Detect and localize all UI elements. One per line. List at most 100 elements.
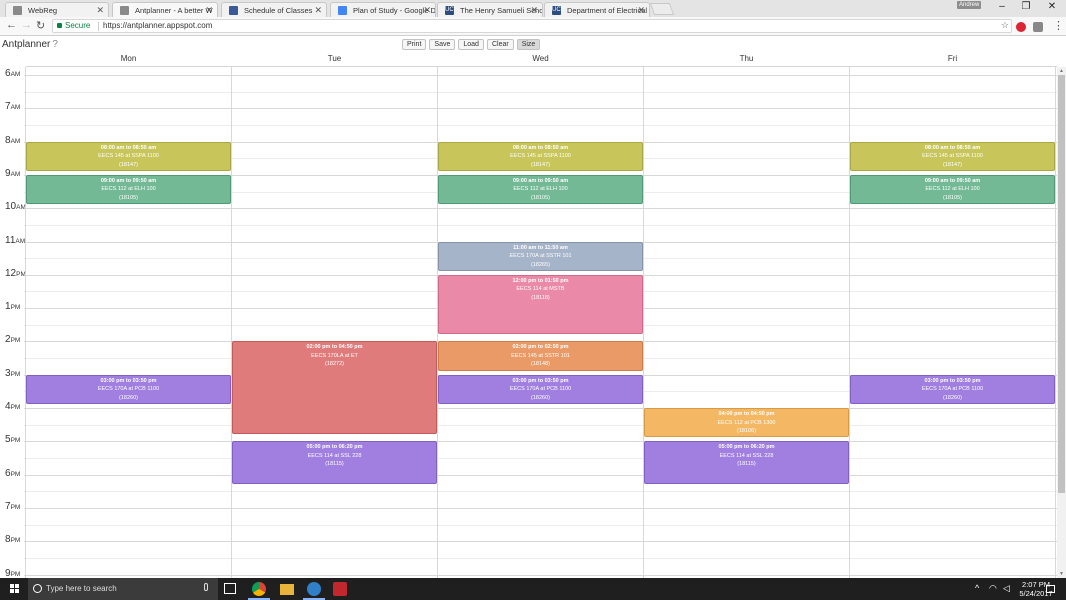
course-event[interactable]: 12:00 pm to 01:50 pm EECS 114 at MSTB (181… (438, 274, 643, 335)
day-header-tue: Tue (327, 54, 342, 63)
new-tab-button[interactable] (649, 3, 675, 15)
hour-meridiem: PM (10, 370, 21, 378)
lock-icon (57, 23, 62, 28)
app-title: Antplanner? (2, 39, 58, 50)
hour-label: 12PM (5, 268, 26, 279)
extension-adblock-icon[interactable] (1016, 22, 1026, 32)
forward-icon[interactable]: → (21, 19, 32, 31)
url-text[interactable]: https://antplanner.appspot.com (103, 21, 212, 30)
bookmark-star-icon[interactable]: ☆ (1001, 20, 1009, 31)
hour-label: 9AM (5, 168, 20, 179)
scroll-up-icon[interactable]: ▲ (1058, 68, 1065, 74)
event-course: EECS 170LA at ET (311, 352, 358, 359)
course-event[interactable]: 08:00 am to 08:50 am EECS 145 at SSPA 110… (438, 141, 643, 171)
tab-close-icon[interactable]: ✕ (314, 5, 322, 16)
tab-close-icon[interactable]: ✕ (423, 5, 431, 16)
event-time: 11:00 am to 11:50 am (513, 244, 568, 251)
browser-tab[interactable]: Plan of Study - Google D ✕ (330, 2, 436, 17)
microphone-icon[interactable] (204, 583, 208, 591)
search-placeholder: Type here to search (46, 584, 117, 593)
hour-label: 7AM (5, 101, 20, 112)
event-time: 08:00 am to 08:50 am (924, 144, 981, 151)
event-course: EECS 112 at ELH 100 (513, 186, 568, 193)
browser-tab[interactable]: UCI The Henry Samueli Scho ✕ (437, 2, 543, 17)
chrome-taskbar-icon[interactable] (252, 582, 266, 596)
day-header-wed: Wed (532, 54, 549, 63)
half-hour-gridline (24, 457, 1057, 459)
browser-tab[interactable]: WebReg ✕ (5, 2, 109, 17)
course-event[interactable]: 03:00 pm to 03:50 pm EECS 170A at PCB 110… (26, 374, 231, 404)
profile-button[interactable]: Andrew (957, 1, 982, 9)
minimize-icon[interactable]: – (995, 1, 1009, 12)
windows-taskbar: Type here to search ^ ◠ ◁ 2:07 PM 5/24/2… (0, 578, 1066, 600)
network-icon[interactable]: ◠ (989, 583, 997, 594)
save-button[interactable]: Save (429, 39, 456, 50)
half-hour-gridline (24, 91, 1057, 93)
taskbar-search[interactable]: Type here to search (28, 578, 218, 600)
clear-button[interactable]: Clear (486, 39, 514, 50)
course-event[interactable]: 09:00 am to 09:50 am EECS 112 at ELH 100(… (850, 174, 1055, 205)
browser-tab-title: Schedule of Classes (244, 6, 313, 15)
event-course: EECS 112 at ELH 100 (925, 186, 980, 193)
scrollbar[interactable]: ▲ ▼ (1057, 67, 1066, 578)
browser-tab[interactable]: Schedule of Classes ✕ (221, 2, 327, 17)
course-event[interactable]: 04:00 pm to 04:50 pm EECS 112 at PCB 1300… (644, 408, 849, 438)
browser-tab[interactable]: Antplanner - A better W ✕ (112, 2, 218, 17)
day-header-thu: Thu (739, 54, 754, 63)
restore-icon[interactable]: ❐ (1019, 1, 1033, 12)
hour-gridline (24, 474, 1057, 476)
windows-start-icon[interactable] (10, 584, 19, 593)
event-course: EECS 170A at SSTR 101 (509, 253, 572, 259)
app-title-text: Antplanner (2, 39, 51, 50)
back-icon[interactable]: ← (6, 19, 17, 31)
course-event[interactable]: 08:00 am to 08:50 am EECS 145 at SSPA 110… (26, 141, 231, 171)
address-bar[interactable]: Secure https://antplanner.appspot.com ☆ (52, 19, 1012, 33)
file-explorer-icon[interactable] (280, 584, 294, 595)
event-time: 03:00 pm to 03:50 pm (924, 377, 981, 384)
day-column-divider (1055, 67, 1056, 578)
browser-tab[interactable]: UCI Department of Electrical ✕ (544, 2, 650, 17)
course-event[interactable]: 03:00 pm to 03:50 pm EECS 170A at PCB 110… (850, 374, 1055, 404)
close-window-icon[interactable]: ✕ (1045, 1, 1059, 12)
course-event[interactable]: 05:00 pm to 06:20 pm EECS 114 at SSL 228 (… (232, 441, 437, 484)
browser-menu-icon[interactable]: ⋮ (1053, 19, 1064, 32)
scrollbar-thumb[interactable] (1058, 75, 1065, 493)
half-hour-gridline (24, 424, 1057, 426)
notifications-icon[interactable] (1046, 585, 1055, 593)
browser-app-icon[interactable] (307, 582, 321, 596)
volume-icon[interactable]: ◁ (1003, 583, 1010, 594)
load-button[interactable]: Load (458, 39, 484, 50)
tab-close-icon[interactable]: ✕ (530, 5, 538, 16)
tab-close-icon[interactable]: ✕ (637, 5, 645, 16)
size-button[interactable]: Size (516, 39, 541, 50)
event-time: 09:00 am to 09:50 am (100, 177, 157, 184)
tab-close-icon[interactable]: ✕ (96, 5, 104, 16)
task-view-icon[interactable] (224, 583, 236, 594)
help-link[interactable]: ? (52, 39, 58, 50)
course-event[interactable]: 05:00 pm to 06:20 pm EECS 114 at SSL 228 (… (644, 441, 849, 484)
course-event[interactable]: 02:00 pm to 02:50 pm EECS 145 at SSTR 101… (438, 341, 643, 371)
reload-icon[interactable]: ↻ (36, 19, 45, 32)
course-event[interactable]: 09:00 am to 09:50 am EECS 112 at ELH 100(… (26, 174, 231, 205)
course-event[interactable]: 03:00 pm to 03:50 pm EECS 170A at PCB 110… (438, 374, 643, 404)
hour-label: 4PM (5, 401, 20, 412)
course-event[interactable]: 08:00 am to 08:50 am EECS 145 at SSPA 110… (850, 141, 1055, 171)
event-course: EECS 114 at SSL 228 (307, 452, 362, 459)
event-course: EECS 145 at SSTR 101 (511, 352, 570, 359)
extension-icon[interactable] (1033, 22, 1043, 32)
hour-gridline (24, 441, 1057, 443)
print-button[interactable]: Print (402, 39, 427, 50)
browser-toolbar: ← → ↻ Secure https://antplanner.appspot.… (0, 17, 1066, 36)
scroll-down-icon[interactable]: ▼ (1058, 571, 1065, 577)
mcafee-icon[interactable] (333, 582, 347, 596)
event-code: (18147) (531, 161, 550, 168)
browser-tab-title: Department of Electrical (567, 6, 648, 15)
tab-close-icon[interactable]: ✕ (205, 5, 213, 16)
course-event[interactable]: 02:00 pm to 04:50 pm EECS 170LA at ET (182… (232, 341, 437, 434)
course-event[interactable]: 09:00 am to 09:50 am EECS 112 at ELH 100(… (438, 174, 643, 205)
tray-chevron-icon[interactable]: ^ (975, 583, 979, 593)
hour-meridiem: PM (10, 337, 21, 345)
event-time: 05:00 pm to 06:20 pm (306, 444, 363, 451)
page-icon (13, 6, 22, 15)
course-event[interactable]: 11:00 am to 11:50 am EECS 170A at SSTR 10… (438, 241, 643, 271)
